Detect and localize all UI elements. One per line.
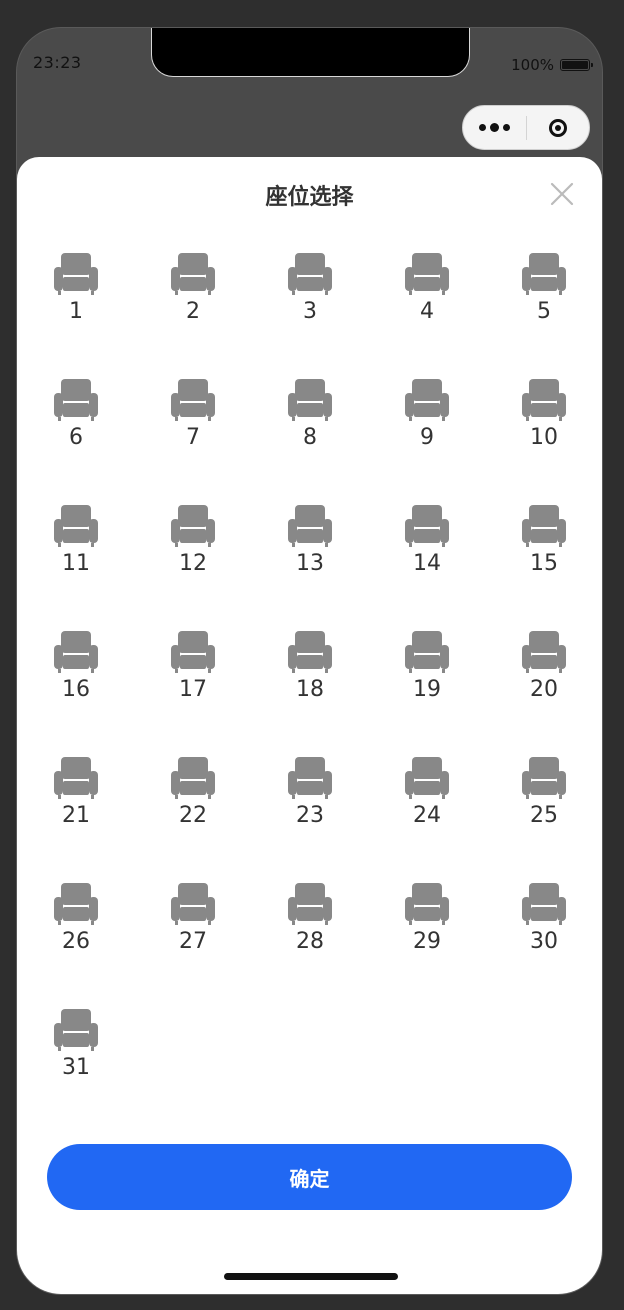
sheet-title: 座位选择 <box>265 185 354 210</box>
seat-1[interactable]: 1 <box>36 251 116 331</box>
seat-number: 30 <box>530 929 558 954</box>
seat-number: 24 <box>413 803 441 828</box>
status-time: 23:23 <box>33 53 82 72</box>
seat-number: 13 <box>296 551 324 576</box>
seat-25[interactable]: 25 <box>504 755 584 835</box>
status-right: 100% <box>511 56 593 74</box>
seat-18[interactable]: 18 <box>270 629 350 709</box>
seat-20[interactable]: 20 <box>504 629 584 709</box>
battery-icon <box>560 59 593 71</box>
seat-15[interactable]: 15 <box>504 503 584 583</box>
seat-number: 26 <box>62 929 90 954</box>
seat-8[interactable]: 8 <box>270 377 350 457</box>
seat-number: 22 <box>179 803 207 828</box>
seat-27[interactable]: 27 <box>153 881 233 961</box>
seat-number: 5 <box>537 299 551 324</box>
seat-3[interactable]: 3 <box>270 251 350 331</box>
seat-4[interactable]: 4 <box>387 251 467 331</box>
seat-21[interactable]: 21 <box>36 755 116 835</box>
seat-5[interactable]: 5 <box>504 251 584 331</box>
seat-16[interactable]: 16 <box>36 629 116 709</box>
seat-10[interactable]: 10 <box>504 377 584 457</box>
target-close-icon[interactable] <box>527 106 589 149</box>
seat-number: 29 <box>413 929 441 954</box>
confirm-button[interactable]: 确定 <box>47 1144 572 1210</box>
seat-number: 12 <box>179 551 207 576</box>
seat-14[interactable]: 14 <box>387 503 467 583</box>
seat-number: 25 <box>530 803 558 828</box>
notch <box>151 28 470 77</box>
seat-11[interactable]: 11 <box>36 503 116 583</box>
seat-22[interactable]: 22 <box>153 755 233 835</box>
seat-7[interactable]: 7 <box>153 377 233 457</box>
miniprogram-capsule <box>462 105 590 150</box>
seat-number: 16 <box>62 677 90 702</box>
seat-number: 2 <box>186 299 200 324</box>
seat-28[interactable]: 28 <box>270 881 350 961</box>
seat-number: 19 <box>413 677 441 702</box>
seat-number: 6 <box>69 425 83 450</box>
seat-number: 27 <box>179 929 207 954</box>
seat-13[interactable]: 13 <box>270 503 350 583</box>
seat-number: 18 <box>296 677 324 702</box>
seat-number: 3 <box>303 299 317 324</box>
more-dots-icon[interactable] <box>463 106 526 149</box>
seat-number: 11 <box>62 551 90 576</box>
seat-number: 20 <box>530 677 558 702</box>
seat-12[interactable]: 12 <box>153 503 233 583</box>
seat-number: 28 <box>296 929 324 954</box>
seat-23[interactable]: 23 <box>270 755 350 835</box>
seat-19[interactable]: 19 <box>387 629 467 709</box>
seat-31[interactable]: 31 <box>36 1007 116 1087</box>
seat-number: 23 <box>296 803 324 828</box>
seat-17[interactable]: 17 <box>153 629 233 709</box>
seat-number: 10 <box>530 425 558 450</box>
seat-30[interactable]: 30 <box>504 881 584 961</box>
seat-9[interactable]: 9 <box>387 377 467 457</box>
seat-6[interactable]: 6 <box>36 377 116 457</box>
seat-number: 31 <box>62 1055 90 1080</box>
seat-number: 15 <box>530 551 558 576</box>
phone-frame: 23:23 100% 座位选择 1 2 3 4 5 6 7 8 9 10 11 12 13 14 15 16 1… <box>17 28 602 1294</box>
seat-number: 1 <box>69 299 83 324</box>
seat-number: 14 <box>413 551 441 576</box>
seat-selection-sheet: 座位选择 1 2 3 4 5 6 7 8 9 10 11 12 13 14 15 16 17 18 19 20 21 22… <box>17 157 602 1294</box>
seat-24[interactable]: 24 <box>387 755 467 835</box>
close-x-icon[interactable] <box>547 179 577 209</box>
seat-29[interactable]: 29 <box>387 881 467 961</box>
battery-percent: 100% <box>511 56 554 74</box>
seat-number: 7 <box>186 425 200 450</box>
seat-26[interactable]: 26 <box>36 881 116 961</box>
seat-number: 21 <box>62 803 90 828</box>
seat-number: 4 <box>420 299 434 324</box>
seat-2[interactable]: 2 <box>153 251 233 331</box>
seat-number: 17 <box>179 677 207 702</box>
home-indicator <box>224 1273 398 1280</box>
seat-number: 8 <box>303 425 317 450</box>
seat-number: 9 <box>420 425 434 450</box>
